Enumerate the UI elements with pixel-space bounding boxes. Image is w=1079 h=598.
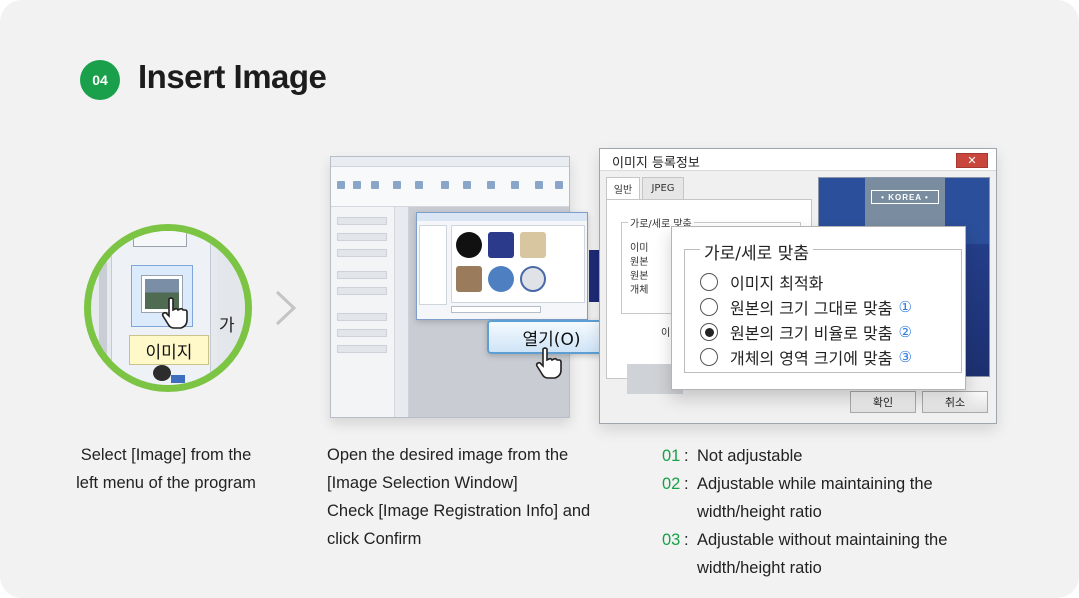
step2-caption: Open the desired image from the [Image S… — [327, 446, 591, 548]
option-original-ratio[interactable]: 원본의 크기 비율로 맞춤 ② — [700, 321, 912, 343]
radio-button[interactable] — [700, 273, 718, 291]
image-thumbnail[interactable] — [456, 232, 482, 258]
step1-caption: Select [Image] from the left menu of the… — [76, 446, 256, 492]
radio-button[interactable] — [700, 348, 718, 366]
cancel-button[interactable]: 취소 — [922, 391, 988, 413]
dialog-title: 이미지 등록정보 — [612, 156, 700, 171]
left-properties-pane — [331, 207, 395, 417]
close-button[interactable]: ✕ — [956, 153, 988, 168]
note-text-continued: width/height ratio — [697, 559, 822, 577]
image-thumbnail[interactable] — [520, 232, 546, 258]
canvas-image-fragment — [589, 250, 599, 302]
image-thumbnail[interactable] — [488, 232, 514, 258]
option-optimize[interactable]: 이미지 최적화 — [700, 271, 823, 293]
note-row: 02 : Adjustable while maintaining the — [662, 470, 1062, 498]
file-thumbnail-grid — [451, 225, 585, 303]
tool-column — [395, 207, 409, 417]
option-marker: ① — [898, 298, 912, 316]
hand-cursor-icon — [535, 347, 562, 379]
fit-options-title: 가로/세로 맞춤 — [700, 239, 813, 264]
image-thumbnail[interactable] — [456, 266, 482, 292]
page-title: Insert Image — [138, 58, 327, 95]
small-option[interactable]: 원본 — [630, 253, 648, 268]
panel-edge — [99, 231, 107, 385]
option-notes: 01 : Not adjustable 02 : Adjustable whil… — [662, 442, 1062, 582]
option-label: 이미지 최적화 — [730, 274, 824, 293]
magnified-menu-view: 이미지 가 — [84, 224, 252, 392]
small-option[interactable]: 개체 — [630, 281, 648, 296]
small-icon — [153, 365, 171, 381]
note-text: Adjustable without maintaining the — [697, 531, 948, 549]
chevron-right-icon — [275, 290, 297, 326]
partial-side-text: 가 — [219, 316, 235, 336]
note-row: 01 : Not adjustable — [662, 442, 1062, 470]
option-original-size[interactable]: 원본의 크기 그대로 맞춤 ① — [700, 296, 912, 318]
menu-item-above — [133, 231, 187, 247]
file-name-field[interactable] — [451, 306, 541, 313]
tab-general[interactable]: 일반 — [606, 177, 640, 199]
tab-jpeg[interactable]: JPEG — [642, 177, 684, 199]
note-text: Not adjustable — [697, 447, 803, 465]
fit-options-zoom: 가로/세로 맞춤 이미지 최적화 원본의 크기 그대로 맞춤 ① 원본의 크기 … — [671, 226, 966, 390]
window-titlebar — [331, 157, 569, 167]
note-text: Adjustable while maintaining the — [697, 475, 933, 493]
small-option[interactable]: 원본 — [630, 267, 648, 282]
hand-cursor-icon — [161, 297, 188, 329]
note-number: 03 — [662, 531, 681, 549]
option-marker: ② — [898, 323, 912, 341]
option-marker: ③ — [898, 348, 912, 366]
step-number-badge: 04 — [80, 60, 120, 100]
image-thumbnail[interactable] — [520, 266, 546, 292]
radio-button-selected[interactable] — [700, 323, 718, 341]
image-menu-button[interactable] — [131, 265, 193, 329]
image-thumbnail[interactable] — [488, 266, 514, 292]
file-dialog-sidebar — [419, 225, 447, 305]
image-selection-window — [416, 212, 588, 320]
note-text-continued: width/height ratio — [697, 503, 822, 521]
option-fit-object-area[interactable]: 개체의 영역 크기에 맞춤 ③ — [700, 346, 912, 368]
small-tag — [171, 375, 185, 383]
preview-stamp-text: • KOREA • — [871, 190, 939, 204]
option-label: 개체의 영역 크기에 맞춤 — [730, 349, 893, 368]
option-label: 원본의 크기 비율로 맞춤 — [730, 324, 893, 343]
radio-button[interactable] — [700, 298, 718, 316]
confirm-button[interactable]: 확인 — [850, 391, 916, 413]
ribbon-toolbar — [331, 167, 569, 207]
note-row: 03 : Adjustable without maintaining the — [662, 526, 1062, 554]
radio-dot — [704, 327, 714, 337]
small-option[interactable]: 이미 — [630, 239, 648, 254]
note-number: 02 — [662, 475, 681, 493]
file-dialog-titlebar — [417, 213, 587, 221]
step-card: 04 Insert Image 이미지 가 열기(O) 이미지 등록정보 ✕ 일… — [0, 0, 1079, 598]
note-number: 01 — [662, 447, 681, 465]
image-menu-label: 이미지 — [129, 335, 209, 365]
option-label: 원본의 크기 그대로 맞춤 — [730, 299, 893, 318]
